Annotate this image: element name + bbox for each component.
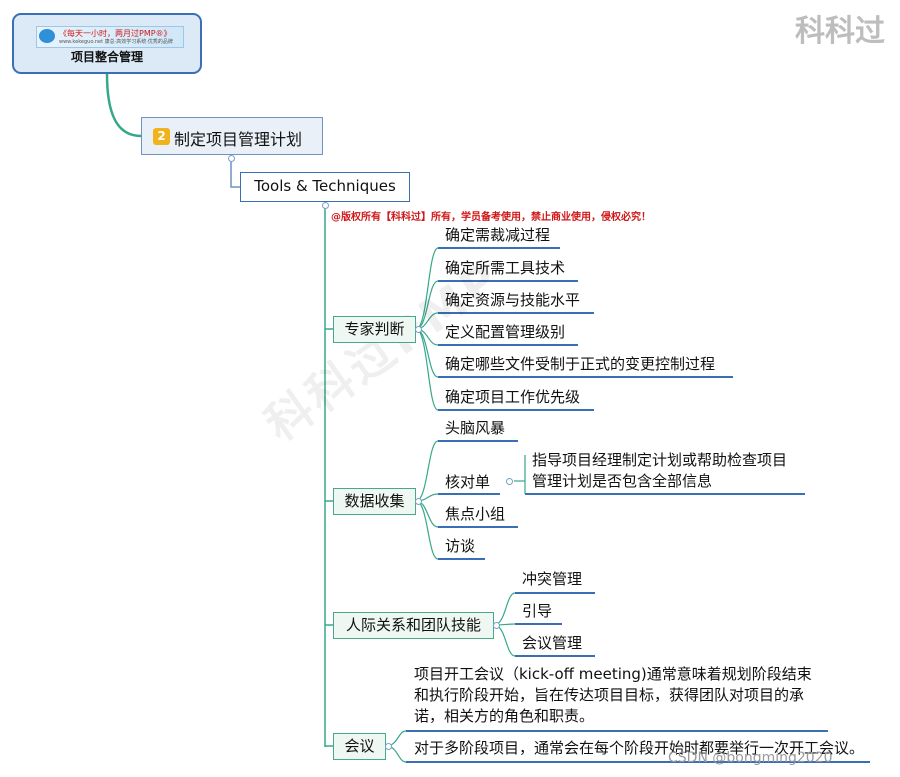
process-title: 制定项目管理计划 bbox=[174, 130, 303, 149]
brand-logo: 《每天一小时，两月过PMP®》 www.kekeguo.net 康总·高效学习系… bbox=[36, 26, 184, 48]
category-expert-judgment[interactable]: 专家判断 bbox=[333, 316, 416, 343]
category-data-gathering[interactable]: 数据收集 bbox=[333, 488, 416, 515]
process-number-badge: 2 bbox=[153, 128, 170, 145]
root-node[interactable]: 《每天一小时，两月过PMP®》 www.kekeguo.net 康总·高效学习系… bbox=[12, 13, 202, 74]
process-node[interactable]: 2 制定项目管理计划 bbox=[141, 117, 323, 155]
note-line: 管理计划是否包含全部信息 bbox=[532, 472, 713, 490]
leaf-item[interactable]: 头脑风暴 bbox=[445, 417, 505, 438]
logo-subtitle: www.kekeguo.net 康总·高效学习系统·优秀的品牌 bbox=[59, 39, 173, 45]
leaf-item[interactable]: 确定项目工作优先级 bbox=[445, 386, 580, 407]
note-line: 指导项目经理制定计划或帮助检查项目 bbox=[532, 451, 788, 469]
leaf-item[interactable]: 引导 bbox=[522, 600, 552, 621]
copyright-notice: @版权所有【科科过】所有，学员备考使用，禁止商业使用，侵权必究！ bbox=[331, 212, 651, 223]
tools-techniques-node[interactable]: Tools & Techniques bbox=[240, 172, 410, 202]
checklist-note: 指导项目经理制定计划或帮助检查项目 管理计划是否包含全部信息 bbox=[532, 450, 787, 492]
leaf-item[interactable]: 访谈 bbox=[445, 535, 475, 556]
leaf-item-checklist[interactable]: 核对单 bbox=[445, 471, 490, 492]
note-line: 诺，相关方的角色和职责。 bbox=[414, 707, 595, 725]
leaf-item[interactable]: 冲突管理 bbox=[522, 568, 582, 589]
collapse-toggle-icon[interactable] bbox=[322, 202, 329, 209]
source-credit: CSDN @bongming2020 bbox=[668, 750, 833, 766]
note-line: 项目开工会议（kick-off meeting)通常意味着规划阶段结束 bbox=[414, 665, 812, 683]
collapse-toggle-icon[interactable] bbox=[228, 155, 235, 162]
note-line: 和执行阶段开始，旨在传达项目目标，获得团队对项目的承 bbox=[414, 686, 805, 704]
collapse-toggle-icon[interactable] bbox=[415, 498, 422, 505]
logo-badge-icon bbox=[39, 29, 55, 43]
meeting-note-kickoff: 项目开工会议（kick-off meeting)通常意味着规划阶段结束 和执行阶… bbox=[414, 664, 812, 727]
category-interpersonal-team-skills[interactable]: 人际关系和团队技能 bbox=[333, 612, 494, 639]
collapse-toggle-icon[interactable] bbox=[415, 326, 422, 333]
leaf-item[interactable]: 确定所需工具技术 bbox=[445, 257, 565, 278]
collapse-toggle-icon[interactable] bbox=[506, 478, 513, 485]
leaf-item[interactable]: 定义配置管理级别 bbox=[445, 321, 565, 342]
brand-watermark: 科科过 bbox=[795, 14, 885, 49]
leaf-item[interactable]: 确定资源与技能水平 bbox=[445, 289, 580, 310]
leaf-item[interactable]: 确定哪些文件受制于正式的变更控制过程 bbox=[445, 353, 715, 374]
leaf-item[interactable]: 确定需裁减过程 bbox=[445, 224, 550, 245]
leaf-item[interactable]: 会议管理 bbox=[522, 632, 582, 653]
collapse-toggle-icon[interactable] bbox=[493, 622, 500, 629]
leaf-item[interactable]: 焦点小组 bbox=[445, 503, 505, 524]
root-title: 项目整合管理 bbox=[70, 50, 143, 64]
collapse-toggle-icon[interactable] bbox=[385, 743, 392, 750]
category-meetings[interactable]: 会议 bbox=[333, 733, 386, 760]
